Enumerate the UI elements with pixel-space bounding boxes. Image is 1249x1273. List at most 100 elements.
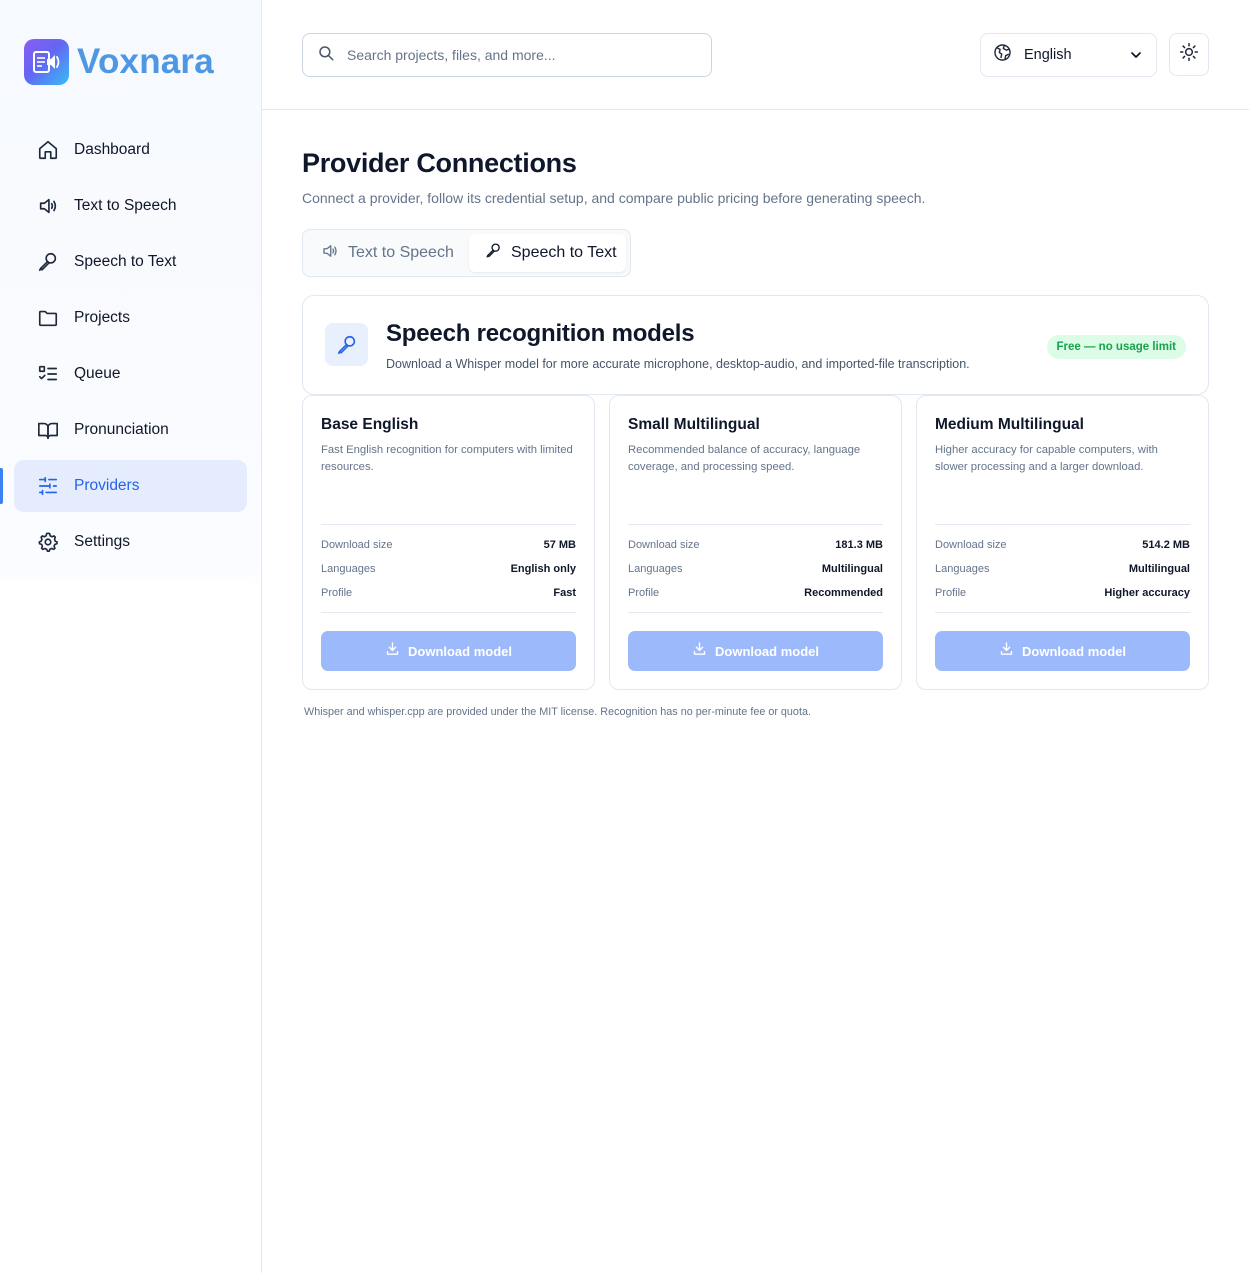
spec-value: Recommended	[804, 587, 883, 599]
spec-label: Download size	[935, 539, 1007, 551]
download-model-button[interactable]: Download model	[628, 631, 883, 671]
model-name: Small Multilingual	[628, 416, 760, 433]
download-label: Download model	[715, 643, 819, 659]
speaker-icon	[36, 194, 60, 218]
divider	[935, 612, 1190, 613]
spec-row-size: Download size 57 MB	[321, 537, 576, 553]
home-icon	[36, 138, 60, 162]
divider	[321, 524, 576, 525]
sidebar-item-providers[interactable]: Providers	[0, 460, 247, 512]
spec-value: Multilingual	[821, 563, 883, 575]
spec-label: Download size	[321, 539, 393, 551]
spec-value: 514.2 MB	[1142, 539, 1190, 551]
spec-label: Profile	[935, 587, 967, 599]
sidebar-item-label: Pronunciation	[74, 421, 169, 438]
spec-label: Profile	[628, 587, 660, 599]
spec-value: Higher accuracy	[1104, 587, 1190, 599]
search-icon	[317, 44, 335, 67]
tab-speech-to-text[interactable]: Speech to Text	[469, 234, 626, 272]
microphone-icon	[36, 250, 60, 274]
spec-row-size: Download size 514.2 MB	[935, 537, 1190, 553]
sidebar-item-projects[interactable]: Projects	[14, 292, 247, 344]
top-header: English	[262, 0, 1249, 110]
sliders-icon	[36, 474, 60, 498]
license-footnote: Whisper and whisper.cpp are provided und…	[304, 706, 811, 718]
chevron-down-icon	[1128, 47, 1144, 68]
spec-row-profile: Profile Higher accuracy	[935, 585, 1190, 601]
sun-icon	[1179, 42, 1199, 67]
sidebar-item-text-to-speech[interactable]: Text to Speech	[14, 180, 247, 232]
model-card-small-multilingual: Small Multilingual Recommended balance o…	[609, 395, 902, 690]
free-badge: Free — no usage limit	[1046, 335, 1186, 359]
sidebar-item-dashboard[interactable]: Dashboard	[14, 124, 247, 176]
model-description: Fast English recognition for computers w…	[321, 444, 573, 473]
model-card-medium-multilingual: Medium Multilingual Higher accuracy for …	[916, 395, 1209, 690]
spec-label: Languages	[321, 563, 376, 575]
sidebar-item-label: Settings	[74, 533, 131, 550]
page-title: Provider Connections	[302, 148, 577, 178]
tab-text-to-speech[interactable]: Text to Speech	[307, 234, 469, 272]
divider	[935, 524, 1190, 525]
model-name: Medium Multilingual	[935, 416, 1084, 433]
folder-icon	[36, 306, 60, 330]
panel-title: Speech recognition models	[386, 320, 695, 347]
spec-row-languages: Languages Multilingual	[628, 561, 883, 577]
model-description: Higher accuracy for capable computers, w…	[935, 444, 1158, 473]
search-input[interactable]	[347, 47, 687, 63]
divider	[628, 612, 883, 613]
sidebar-item-queue[interactable]: Queue	[14, 348, 247, 400]
language-label: English	[1024, 47, 1072, 63]
app-name: Voxnara	[77, 42, 214, 81]
gear-icon	[36, 530, 60, 554]
spec-label: Profile	[321, 587, 353, 599]
sidebar-item-label: Text to Speech	[74, 197, 177, 214]
download-icon	[692, 641, 707, 661]
spec-label: Download size	[628, 539, 700, 551]
download-icon	[385, 641, 400, 661]
spec-label: Languages	[628, 563, 683, 575]
model-card-base-english: Base English Fast English recognition fo…	[302, 395, 595, 690]
sidebar-item-label: Dashboard	[74, 141, 150, 158]
microphone-icon	[485, 242, 502, 264]
sidebar-item-settings[interactable]: Settings	[14, 516, 247, 568]
sidebar-item-label: Projects	[74, 309, 130, 326]
sidebar: Voxnara Dashboard Text to Speech Speech …	[0, 0, 262, 1273]
language-select[interactable]: English	[980, 33, 1157, 77]
spec-value: 57 MB	[543, 539, 576, 551]
spec-row-profile: Profile Fast	[321, 585, 576, 601]
divider	[628, 524, 883, 525]
theme-toggle-button[interactable]	[1169, 33, 1209, 76]
mode-tabs: Text to Speech Speech to Text	[302, 229, 631, 277]
download-icon	[999, 641, 1014, 661]
app-logo-icon	[24, 39, 69, 85]
globe-icon	[993, 43, 1012, 67]
sidebar-item-speech-to-text[interactable]: Speech to Text	[14, 236, 247, 288]
sidebar-item-label: Speech to Text	[74, 253, 177, 270]
download-label: Download model	[408, 643, 512, 659]
spec-row-size: Download size 181.3 MB	[628, 537, 883, 553]
search-box[interactable]	[302, 33, 712, 77]
panel-description: Download a Whisper model for more accura…	[386, 357, 970, 371]
spec-row-languages: Languages English only	[321, 561, 576, 577]
divider	[321, 612, 576, 613]
tab-label: Speech to Text	[511, 244, 617, 261]
model-description: Recommended balance of accuracy, languag…	[628, 444, 861, 473]
download-label: Download model	[1022, 643, 1126, 659]
book-icon	[36, 418, 60, 442]
tab-label: Text to Speech	[348, 244, 454, 261]
download-model-button[interactable]: Download model	[935, 631, 1190, 671]
brand[interactable]: Voxnara	[24, 39, 214, 85]
active-indicator	[0, 468, 3, 504]
speech-models-panel: Speech recognition models Download a Whi…	[302, 295, 1209, 395]
sidebar-item-label: Queue	[74, 365, 121, 382]
spec-value: English only	[510, 563, 576, 575]
download-model-button[interactable]: Download model	[321, 631, 576, 671]
sidebar-item-pronunciation[interactable]: Pronunciation	[14, 404, 247, 456]
checklist-icon	[36, 362, 60, 386]
spec-value: 181.3 MB	[835, 539, 883, 551]
microphone-icon	[325, 323, 368, 366]
speaker-icon	[321, 242, 339, 265]
spec-row-profile: Profile Recommended	[628, 585, 883, 601]
model-name: Base English	[321, 416, 419, 433]
spec-value: Fast	[553, 587, 576, 599]
